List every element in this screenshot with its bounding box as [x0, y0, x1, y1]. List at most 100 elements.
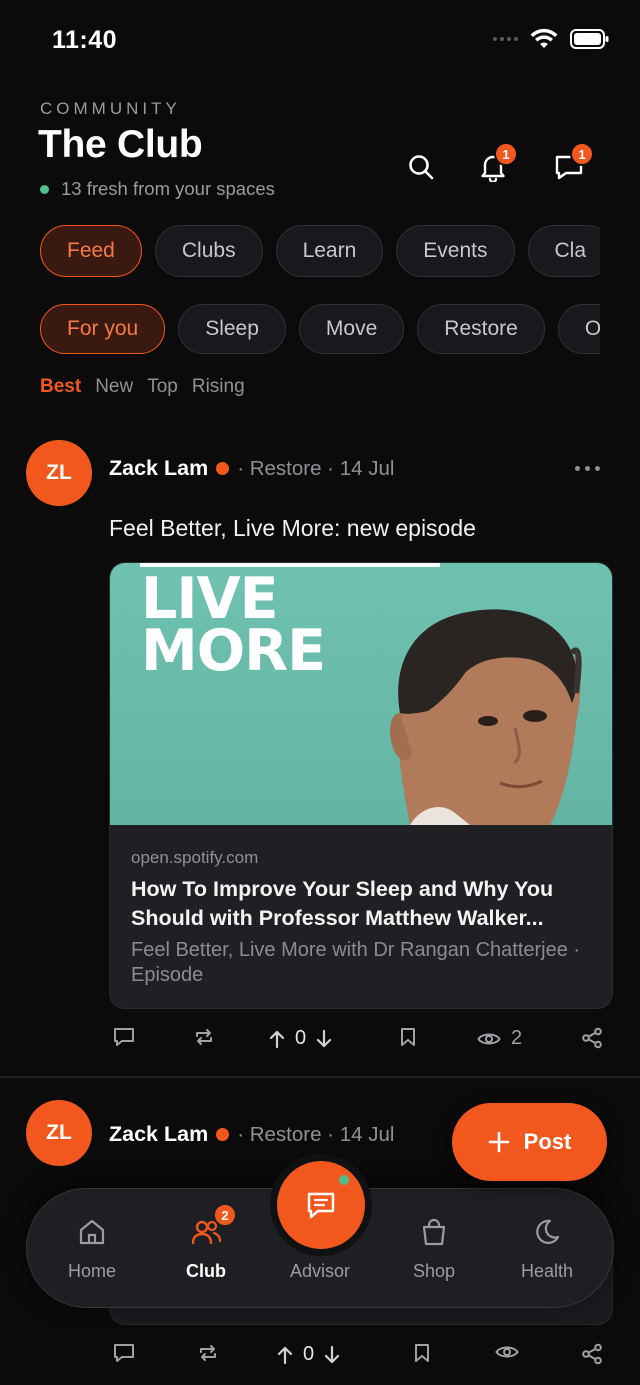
- live-indicator-dot: [40, 184, 49, 194]
- eye-icon: [477, 1033, 501, 1044]
- advisor-button[interactable]: [270, 1154, 372, 1256]
- search-button[interactable]: [400, 146, 442, 188]
- tab-clubs[interactable]: Clubs: [154, 225, 263, 277]
- share-icon: [582, 1027, 602, 1049]
- nav-health-label: Health: [520, 1261, 574, 1281]
- share-button[interactable]: [581, 1027, 603, 1049]
- avatar[interactable]: ZL: [26, 1100, 92, 1166]
- bookmark-icon: [415, 1344, 429, 1362]
- post-meta: · Restore · 14 Jul: [237, 456, 395, 480]
- nav-club[interactable]: 2 Club: [151, 1203, 261, 1282]
- people-icon: 2: [189, 1203, 237, 1249]
- moon-icon: [530, 1215, 564, 1249]
- sort-top[interactable]: Top: [147, 376, 178, 398]
- tab-cla[interactable]: Cla: [527, 225, 600, 277]
- nav-home[interactable]: Home: [37, 1215, 147, 1282]
- wifi-icon: [530, 28, 558, 48]
- post-author-line: Zack Lam · Restore · 14 Jul: [109, 1122, 394, 1147]
- section-overline: COMMUNITY: [40, 99, 181, 118]
- tab-feed[interactable]: Feed: [40, 225, 142, 277]
- filter-sleep[interactable]: Sleep: [178, 304, 286, 354]
- upvote-icon[interactable]: [269, 1029, 285, 1049]
- comment-icon: [114, 1344, 134, 1362]
- views-indicator: 2: [477, 1027, 522, 1050]
- author-status-dot: [216, 462, 230, 475]
- comment-button[interactable]: [113, 1343, 135, 1363]
- sort-best[interactable]: Best: [40, 376, 81, 398]
- filter-restore[interactable]: Restore: [417, 304, 545, 354]
- post-divider: [0, 1076, 640, 1078]
- avatar[interactable]: ZL: [26, 440, 92, 506]
- link-subtitle: Feel Better, Live More with Dr Rangan Ch…: [131, 939, 581, 986]
- share-button[interactable]: [581, 1343, 603, 1365]
- bookmark-button[interactable]: [413, 1343, 431, 1363]
- share-icon: [582, 1343, 602, 1365]
- bookmark-icon: [401, 1028, 415, 1046]
- club-badge: 2: [213, 1203, 237, 1227]
- header-actions: 1 1: [400, 142, 610, 190]
- author-name[interactable]: Zack Lam: [109, 1122, 208, 1147]
- vote-control: 0: [277, 1343, 340, 1366]
- repost-icon: [200, 1345, 216, 1361]
- downvote-icon[interactable]: [316, 1029, 332, 1049]
- messages-badge: 1: [570, 142, 594, 166]
- sort-options: Best New Top Rising: [40, 376, 245, 398]
- upvote-icon[interactable]: [277, 1345, 293, 1365]
- status-time: 11:40: [52, 26, 118, 54]
- status-icons: [493, 28, 610, 50]
- filter-move[interactable]: Move: [298, 304, 405, 354]
- episode-cover-image: LIVE MORE: [110, 563, 612, 825]
- advisor-online-dot: [337, 1173, 351, 1187]
- post-text: Feel Better, Live More: new episode: [109, 515, 476, 541]
- new-post-button[interactable]: Post: [452, 1103, 607, 1181]
- repost-button[interactable]: [197, 1343, 219, 1363]
- shopping-bag-icon: [417, 1215, 451, 1249]
- nav-club-label: Club: [186, 1261, 226, 1281]
- more-options-button[interactable]: [575, 466, 600, 471]
- messages-button[interactable]: 1: [548, 142, 594, 188]
- home-icon: [75, 1215, 109, 1249]
- nav-home-label: Home: [67, 1261, 116, 1281]
- feed-post[interactable]: ZL Zack Lam · Restore · 14 Jul Feel Bett…: [0, 440, 640, 1076]
- nav-shop-label: Shop: [412, 1261, 456, 1281]
- author-status-dot: [216, 1128, 230, 1141]
- tab-row: Feed Clubs Learn Events Cla: [40, 225, 600, 277]
- link-preview-card[interactable]: LIVE MORE open.spotify.com How To Improv…: [109, 562, 613, 1009]
- post-meta: · Restore · 14 Jul: [237, 1122, 395, 1146]
- post-author-line: Zack Lam · Restore · 14 Jul: [109, 456, 394, 481]
- filter-row: For you Sleep Move Restore Ol: [40, 304, 600, 356]
- advisor-chat-icon: [307, 1192, 335, 1219]
- view-count: 2: [511, 1027, 523, 1049]
- nav-shop[interactable]: Shop: [379, 1215, 489, 1282]
- eye-icon: [495, 1346, 519, 1358]
- battery-icon: [570, 29, 609, 49]
- author-name[interactable]: Zack Lam: [109, 456, 208, 481]
- filter-for-you[interactable]: For you: [40, 304, 166, 354]
- notifications-badge: 1: [494, 142, 518, 166]
- bookmark-button[interactable]: [399, 1027, 417, 1047]
- link-title: How To Improve Your Sleep and Why You Sh…: [131, 877, 554, 930]
- new-post-label: Post: [523, 1129, 572, 1154]
- vote-count: 0: [303, 1343, 315, 1365]
- nav-health[interactable]: Health: [492, 1215, 602, 1282]
- sort-rising[interactable]: Rising: [192, 376, 245, 398]
- post-action-row: 0 2: [109, 1027, 609, 1057]
- filter-ol[interactable]: Ol: [557, 304, 600, 354]
- comment-icon: [114, 1028, 134, 1046]
- notifications-button[interactable]: 1: [472, 142, 518, 188]
- downvote-icon[interactable]: [324, 1345, 340, 1365]
- subtitle-text: 13 fresh from your spaces: [61, 178, 275, 199]
- repost-button[interactable]: [193, 1027, 215, 1047]
- fresh-count-subtitle: 13 fresh from your spaces: [40, 178, 275, 200]
- nav-advisor-label: Advisor: [289, 1261, 351, 1281]
- sort-new[interactable]: New: [95, 376, 133, 398]
- tab-events[interactable]: Events: [396, 225, 515, 277]
- link-domain: open.spotify.com: [131, 848, 259, 867]
- tab-learn[interactable]: Learn: [275, 225, 384, 277]
- status-bar: 11:40: [0, 0, 640, 80]
- search-icon: [409, 155, 434, 180]
- vote-count: 0: [295, 1027, 307, 1049]
- plus-icon: [488, 1131, 509, 1153]
- vote-control: 0: [269, 1027, 332, 1050]
- comment-button[interactable]: [113, 1027, 135, 1047]
